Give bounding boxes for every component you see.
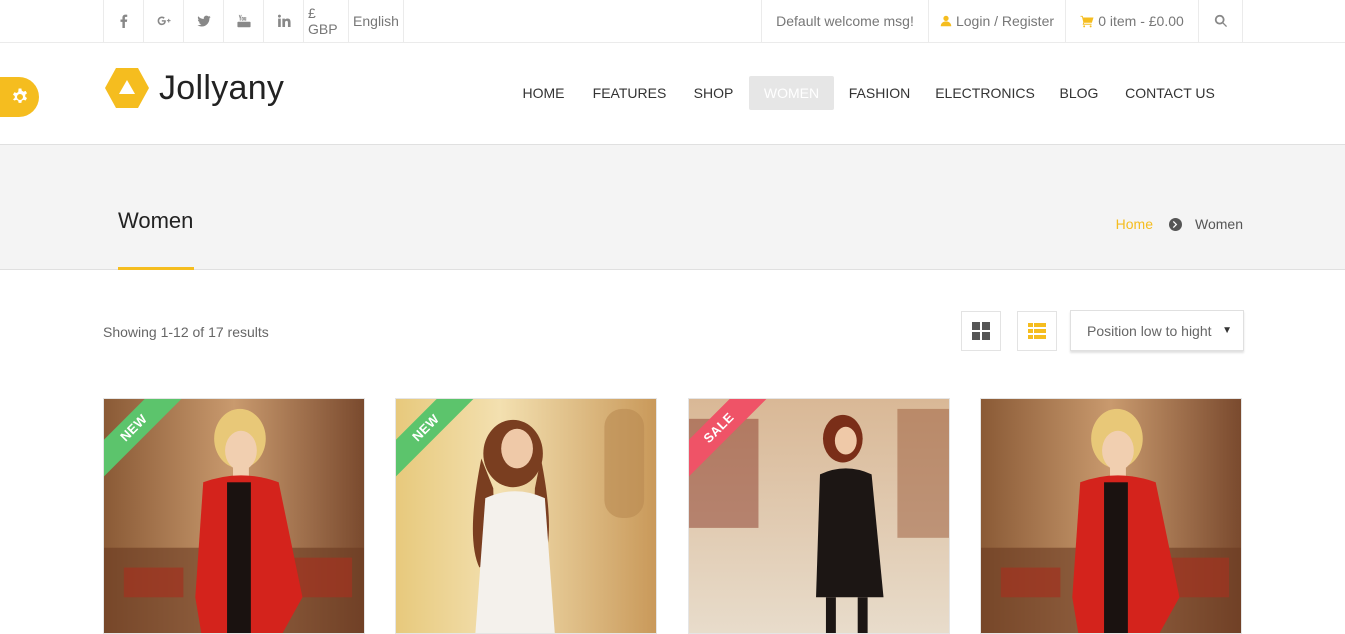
google-plus-link[interactable]	[143, 0, 183, 42]
nav-item-contact-us[interactable]: CONTACT US	[1113, 76, 1227, 110]
breadcrumb-current: Women	[1195, 216, 1243, 232]
nav-item-features[interactable]: FEATURES	[581, 76, 678, 110]
cart-label: 0 item - £0.00	[1098, 13, 1184, 29]
linkedin-link[interactable]	[263, 0, 303, 42]
badge-label: NEW	[104, 399, 184, 479]
twitter-link[interactable]	[183, 0, 223, 42]
search-icon	[1214, 14, 1227, 28]
nav-item-women[interactable]: WOMEN	[749, 76, 834, 110]
login-register-label: Login / Register	[955, 13, 1055, 29]
nav-item-blog[interactable]: BLOG	[1047, 76, 1111, 110]
nav-item-fashion[interactable]: FASHION	[836, 76, 923, 110]
site-logo[interactable]: Jollyany	[104, 67, 284, 109]
sort-select[interactable]: Position low to hight ▼	[1070, 310, 1244, 351]
page-title-bar: Women Home Women	[0, 144, 1345, 270]
page-title: Women	[118, 208, 194, 233]
youtube-link[interactable]	[223, 0, 263, 42]
twitter-icon	[196, 15, 211, 27]
welcome-text: Default welcome msg!	[776, 13, 914, 29]
product-image[interactable]	[981, 399, 1241, 633]
linkedin-icon	[277, 14, 291, 27]
breadcrumb: Home Women	[1116, 216, 1243, 232]
search-button[interactable]	[1198, 0, 1243, 42]
nav-item-home[interactable]: HOME	[507, 76, 580, 110]
caret-down-icon: ▼	[1222, 325, 1232, 336]
currency-switcher[interactable]: £ GBP	[303, 0, 348, 42]
youtube-icon	[236, 14, 251, 28]
cart-icon	[1080, 15, 1094, 27]
product-card[interactable]	[980, 398, 1242, 634]
language-label: English	[353, 13, 399, 29]
product-badge: NEW	[104, 399, 184, 479]
login-register-link[interactable]: Login / Register	[928, 0, 1065, 42]
gear-icon	[12, 88, 27, 103]
product-card[interactable]: SALE	[688, 398, 950, 634]
language-switcher[interactable]: English	[348, 0, 404, 42]
nav-item-electronics[interactable]: ELECTRONICS	[925, 76, 1045, 110]
sort-selected-value: Position low to hight	[1087, 322, 1212, 339]
product-card[interactable]: NEW	[395, 398, 657, 634]
breadcrumb-home-link[interactable]: Home	[1116, 216, 1153, 232]
welcome-message: Default welcome msg!	[761, 0, 928, 42]
user-icon	[940, 15, 952, 27]
badge-label: SALE	[689, 399, 769, 479]
title-underline	[118, 267, 194, 270]
product-badge: NEW	[396, 399, 476, 479]
currency-label: £ GBP	[308, 5, 338, 37]
grid-icon	[972, 322, 990, 340]
nav-item-shop[interactable]: SHOP	[680, 76, 747, 110]
facebook-icon	[120, 14, 127, 28]
chevron-right-icon	[1169, 217, 1183, 231]
list-icon	[1028, 323, 1046, 339]
facebook-link[interactable]	[103, 0, 143, 42]
grid-view-button[interactable]	[961, 311, 1001, 351]
product-badge: SALE	[689, 399, 769, 479]
result-count: Showing 1-12 of 17 results	[103, 324, 269, 340]
badge-label: NEW	[396, 399, 476, 479]
site-header: Jollyany HOME FEATURES SHOP WOMEN FASHIO…	[0, 43, 1345, 144]
logo-text: Jollyany	[159, 68, 285, 107]
style-switcher-toggle[interactable]	[0, 77, 39, 117]
mini-cart[interactable]: 0 item - £0.00	[1065, 0, 1198, 42]
google-plus-icon	[157, 16, 171, 26]
product-card[interactable]: NEW	[103, 398, 365, 634]
list-view-button[interactable]	[1017, 311, 1057, 351]
top-bar: £ GBP English Default welcome msg! Login…	[0, 0, 1345, 43]
logo-icon	[105, 68, 149, 108]
